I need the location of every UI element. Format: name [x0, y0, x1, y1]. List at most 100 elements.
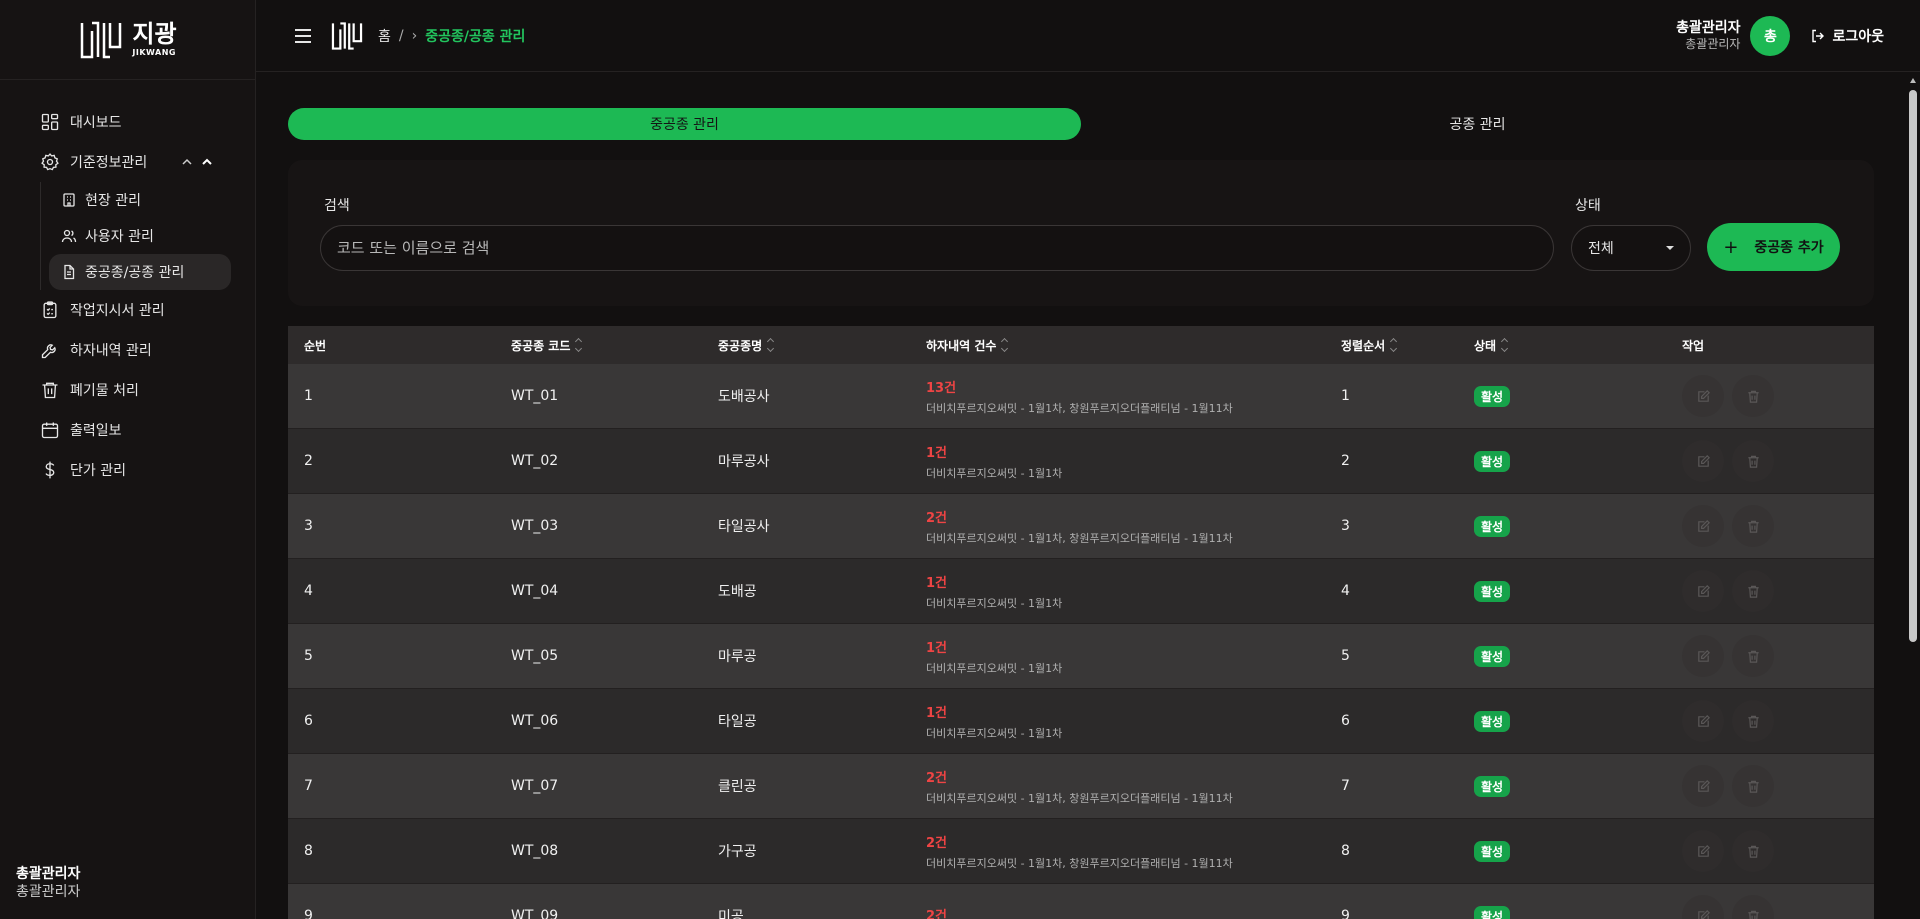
- sidebar-item-defects[interactable]: 하자내역 관리: [0, 330, 255, 370]
- top-header: 홈 / › 중공종/공종 관리 총괄관리자 총괄관리자 총 로그아웃: [256, 0, 1920, 72]
- page-scrollbar[interactable]: [1909, 78, 1917, 919]
- tab-work-type[interactable]: 공종 관리: [1081, 108, 1874, 140]
- brand-name-en: JIKWANG: [132, 48, 176, 57]
- edit-button[interactable]: [1682, 765, 1724, 807]
- sidebar-item-work-orders[interactable]: 작업지시서 관리: [0, 290, 255, 330]
- edit-icon: [1696, 389, 1711, 404]
- defect-sites: 더비치푸르지오써밋 - 1월1차: [926, 466, 1063, 480]
- sidebar-item-dashboard[interactable]: 대시보드: [0, 102, 255, 142]
- trash-icon: [1746, 389, 1761, 404]
- delete-button[interactable]: [1732, 635, 1774, 677]
- column-header-code[interactable]: 중공종 코드: [495, 337, 702, 354]
- cell-defect-count: 1건 더비치푸르지오써밋 - 1월1차: [910, 702, 1325, 741]
- cell-actions: [1666, 635, 1874, 677]
- sort-icon: [1001, 337, 1009, 353]
- collapse-toggle[interactable]: [179, 154, 215, 170]
- cell-name: 가구공: [718, 844, 757, 860]
- scroll-up-arrow-icon[interactable]: [1910, 78, 1916, 83]
- defect-count: 13건: [926, 380, 957, 396]
- avatar[interactable]: 총: [1750, 16, 1791, 56]
- search-field[interactable]: [320, 225, 1554, 271]
- edit-button[interactable]: [1682, 635, 1724, 677]
- search-input[interactable]: [337, 239, 1553, 257]
- sidebar-item-work-type-management[interactable]: 중공종/공종 관리: [49, 254, 231, 290]
- edit-icon: [1696, 519, 1711, 534]
- sidebar-item-daily-report[interactable]: 출력일보: [0, 410, 255, 450]
- edit-button[interactable]: [1682, 895, 1724, 919]
- cell-no: 6: [304, 713, 313, 729]
- delete-button[interactable]: [1732, 765, 1774, 807]
- sidebar-user-name: 총괄관리자: [16, 865, 81, 882]
- cell-status: 활성: [1458, 385, 1666, 407]
- delete-button[interactable]: [1732, 700, 1774, 742]
- delete-button[interactable]: [1732, 570, 1774, 612]
- cell-sort-order: 2: [1341, 453, 1350, 469]
- cell-actions: [1666, 765, 1874, 807]
- table-row: 1 WT_01 도배공사 13건 더비치푸르지오써밋 - 1월1차, 창원푸르지오더플래…: [288, 364, 1874, 429]
- sidebar-item-label: 폐기물 처리: [70, 383, 139, 399]
- cell-code: WT_03: [511, 518, 559, 534]
- scroll-thumb[interactable]: [1909, 90, 1917, 642]
- cell-code: WT_09: [511, 908, 559, 919]
- edit-button[interactable]: [1682, 440, 1724, 482]
- edit-icon: [1696, 779, 1711, 794]
- status-select[interactable]: 전체: [1571, 225, 1691, 271]
- edit-button[interactable]: [1682, 375, 1724, 417]
- cell-actions: [1666, 895, 1874, 919]
- header-user-area: 총괄관리자 총괄관리자 총 로그아웃: [1676, 0, 1884, 72]
- tab-major-work-type[interactable]: 중공종 관리: [288, 108, 1081, 140]
- table-row: 6 WT_06 타일공 1건 더비치푸르지오써밋 - 1월1차 6 활성: [288, 689, 1874, 754]
- delete-button[interactable]: [1732, 830, 1774, 872]
- sidebar-item-unit-price[interactable]: 단가 관리: [0, 450, 255, 490]
- sidebar-item-label: 기준정보관리: [70, 155, 148, 171]
- hamburger-menu-icon[interactable]: [292, 25, 314, 47]
- breadcrumb-current: 중공종/공종 관리: [425, 28, 526, 45]
- sidebar-item-master-data[interactable]: 기준정보관리: [0, 142, 255, 182]
- sidebar-item-waste[interactable]: 폐기물 처리: [0, 370, 255, 410]
- defect-count: 1건: [926, 640, 948, 656]
- cell-code: WT_05: [511, 648, 559, 664]
- edit-button[interactable]: [1682, 700, 1724, 742]
- delete-button[interactable]: [1732, 505, 1774, 547]
- sidebar-user-info: 총괄관리자 총괄관리자: [16, 865, 80, 901]
- sidebar-item-user-management[interactable]: 사용자 관리: [49, 218, 231, 254]
- status-badge: 활성: [1474, 515, 1511, 537]
- column-header-status[interactable]: 상태: [1458, 337, 1666, 354]
- edit-button[interactable]: [1682, 505, 1724, 547]
- brand-logo[interactable]: 지광 JIKWANG: [0, 0, 255, 80]
- cell-name: 클린공: [718, 779, 757, 795]
- logout-button[interactable]: 로그아웃: [1810, 26, 1884, 46]
- search-label: 검색: [324, 198, 350, 214]
- defect-count: 1건: [926, 705, 948, 721]
- cell-code: WT_08: [511, 843, 559, 859]
- column-header-defect-count[interactable]: 하자내역 건수: [910, 337, 1325, 354]
- logout-label: 로그아웃: [1832, 29, 1884, 45]
- add-major-work-type-button[interactable]: + 중공종 추가: [1707, 223, 1840, 271]
- header-logo-icon[interactable]: [330, 19, 364, 53]
- table-row: 4 WT_04 도배공 1건 더비치푸르지오써밋 - 1월1차 4 활성: [288, 559, 1874, 624]
- delete-button[interactable]: [1732, 440, 1774, 482]
- defect-count: 2건: [926, 510, 948, 526]
- breadcrumb-home[interactable]: 홈: [378, 26, 391, 46]
- column-header-no: 순번: [304, 338, 327, 353]
- table-row: 7 WT_07 클린공 2건 더비치푸르지오써밋 - 1월1차, 창원푸르지오더플래티넘…: [288, 754, 1874, 819]
- status-badge: 활성: [1474, 840, 1511, 862]
- chevron-up-icon: [182, 158, 192, 165]
- breadcrumb: 홈 / › 중공종/공종 관리: [378, 26, 525, 46]
- sidebar: 지광 JIKWANG 대시보드 기준정보관리 현장 관리 사용자 관리 중공종/…: [0, 0, 256, 919]
- cell-sort-order: 3: [1341, 518, 1350, 534]
- column-header-sort-order[interactable]: 정렬순서: [1325, 337, 1458, 354]
- edit-button[interactable]: [1682, 570, 1724, 612]
- delete-button[interactable]: [1732, 895, 1774, 919]
- column-header-name[interactable]: 중공종명: [702, 337, 910, 354]
- cell-defect-count: 2건: [910, 905, 1325, 919]
- filter-panel: 검색 상태 전체 + 중공종 추가: [288, 160, 1874, 306]
- defect-sites: 더비치푸르지오써밋 - 1월1차, 창원푸르지오더플래티넘 - 1월11차: [926, 856, 1233, 870]
- sidebar-item-site-management[interactable]: 현장 관리: [49, 182, 231, 218]
- delete-button[interactable]: [1732, 375, 1774, 417]
- cell-code: WT_04: [511, 583, 559, 599]
- trash-icon: [1746, 714, 1761, 729]
- edit-button[interactable]: [1682, 830, 1724, 872]
- cell-no: 8: [304, 843, 313, 859]
- dollar-icon: [45, 461, 55, 479]
